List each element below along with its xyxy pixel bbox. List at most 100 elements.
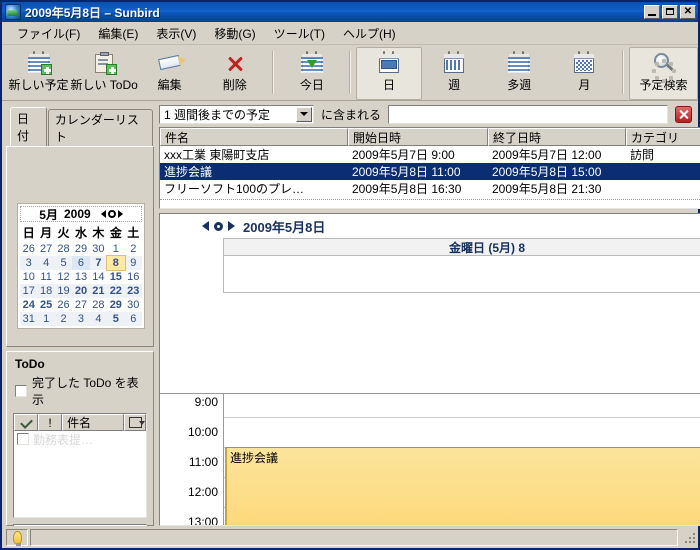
mini-calendar-day[interactable]: 4 [37, 256, 55, 270]
mini-calendar-day[interactable]: 5 [107, 312, 125, 326]
table-row[interactable]: フリーソフト100のプレ… 2009年5月8日 16:30 2009年5月8日 … [160, 180, 700, 197]
todo-name-column[interactable]: 件名 [62, 414, 124, 431]
edit-button[interactable]: 編集 [137, 47, 202, 100]
next-day-icon[interactable] [228, 221, 235, 231]
month-view-button[interactable]: 月 [552, 47, 617, 100]
tip-bulb-icon [6, 528, 28, 546]
hour-gridline [224, 416, 700, 418]
mini-calendar-day[interactable]: 9 [124, 256, 142, 270]
todo-done-checkbox[interactable] [17, 433, 29, 445]
column-end[interactable]: 終了日時 [488, 128, 626, 146]
mini-calendar-day[interactable]: 12 [55, 270, 72, 284]
today-dot-icon[interactable] [107, 210, 116, 218]
mini-calendar-day[interactable]: 17 [20, 284, 38, 298]
event-list-header: 件名 開始日時 終了日時 カテゴリ [160, 128, 700, 146]
column-start[interactable]: 開始日時 [348, 128, 488, 146]
menu-edit[interactable]: 編集(E) [89, 23, 147, 44]
mini-calendar-day[interactable]: 25 [37, 298, 54, 312]
menu-go[interactable]: 移動(G) [205, 23, 264, 44]
chevron-down-icon[interactable] [296, 106, 312, 122]
mini-calendar-day[interactable]: 26 [20, 242, 37, 256]
tab-date[interactable]: 日付 [10, 107, 47, 146]
calendar-event-block[interactable]: 進捗会議 [225, 446, 700, 525]
table-row[interactable]: 進捗会議 2009年5月8日 11:00 2009年5月8日 15:00 [160, 163, 700, 180]
mini-calendar-day[interactable]: 4 [89, 312, 108, 326]
prev-month-icon[interactable] [100, 210, 106, 218]
column-picker-icon[interactable] [124, 414, 146, 431]
mini-calendar-day[interactable]: 18 [37, 284, 55, 298]
mini-calendar-day[interactable]: 30 [125, 298, 142, 312]
application-window: 2009年5月8日 – Sunbird ✕ ファイル(F) 編集(E) 表示(V… [0, 0, 700, 550]
resize-grip[interactable] [682, 530, 696, 544]
minimize-button[interactable] [644, 5, 660, 19]
close-button[interactable]: ✕ [680, 5, 696, 19]
event-list[interactable]: 件名 開始日時 終了日時 カテゴリ xxx工業 東陽町支店 2009年5月7日 … [159, 127, 700, 209]
mini-calendar-day[interactable]: 6 [124, 312, 142, 326]
mini-calendar-day[interactable]: 28 [90, 298, 107, 312]
week-view-button[interactable]: 週 [422, 47, 487, 100]
mini-calendar-day[interactable]: 21 [89, 284, 108, 298]
column-category[interactable]: カテゴリ [626, 128, 700, 146]
delete-button[interactable]: 削除 [202, 47, 267, 100]
todo-row[interactable]: 勤務表提… [14, 431, 146, 447]
mini-calendar-day[interactable]: 10 [20, 270, 37, 284]
check-column-icon[interactable] [14, 414, 38, 431]
mini-calendar-day[interactable]: 13 [72, 270, 89, 284]
mini-calendar-day[interactable]: 20 [72, 284, 90, 298]
mini-calendar-day[interactable]: 14 [90, 270, 107, 284]
mini-calendar-day[interactable]: 19 [54, 284, 73, 298]
multiweek-view-label: 多週 [507, 78, 532, 92]
mini-calendar-day[interactable]: 2 [54, 312, 73, 326]
mini-calendar-day[interactable]: 3 [20, 256, 38, 270]
table-row[interactable]: xxx工業 東陽町支店 2009年5月7日 9:00 2009年5月7日 12:… [160, 146, 700, 163]
mini-calendar-day[interactable]: 31 [20, 312, 38, 326]
mini-calendar-day[interactable]: 26 [55, 298, 72, 312]
day-view-scroll-area: 9:0010:0011:0012:0013:0014:0015:0016:001… [160, 392, 700, 525]
mini-calendar-day[interactable]: 30 [90, 242, 107, 256]
new-event-button[interactable]: 新しい予定 [6, 47, 71, 100]
menu-help[interactable]: ヘルプ(H) [334, 23, 405, 44]
mini-calendar-day[interactable]: 16 [125, 270, 142, 284]
mini-calendar-day[interactable]: 11 [37, 270, 54, 284]
mini-calendar-day[interactable]: 27 [72, 298, 89, 312]
date-range-select[interactable]: 1 週間後までの予定 [159, 104, 314, 124]
mini-calendar-day[interactable]: 3 [72, 312, 90, 326]
mini-calendar-day[interactable]: 28 [55, 242, 72, 256]
mini-calendar-day[interactable]: 1 [37, 312, 55, 326]
prev-day-icon[interactable] [202, 221, 209, 231]
menu-file[interactable]: ファイル(F) [8, 23, 89, 44]
show-completed-todo-toggle[interactable]: 完了した ToDo を表示 [15, 374, 147, 408]
day-view-button[interactable]: 日 [356, 47, 422, 100]
maximize-button[interactable] [662, 5, 678, 19]
mini-calendar-day[interactable]: 15 [107, 270, 124, 284]
menu-tools[interactable]: ツール(T) [265, 23, 334, 44]
hour-grid[interactable]: 進捗会議フリーソフト100のプレゼン [223, 393, 700, 525]
mini-calendar-day[interactable]: 6 [72, 256, 90, 270]
multiweek-view-button[interactable]: 多週 [487, 47, 552, 100]
mini-calendar-day[interactable]: 5 [54, 256, 73, 270]
todo-list[interactable]: ! 件名 勤務表提… [13, 413, 147, 518]
mini-calendar-week: 3456789 [20, 255, 142, 271]
today-button[interactable]: 今日 [279, 47, 344, 100]
clear-search-icon[interactable] [675, 105, 692, 123]
show-completed-checkbox[interactable] [15, 385, 27, 397]
all-day-area[interactable] [223, 255, 700, 293]
new-todo-button[interactable]: 新しい ToDo [70, 47, 138, 100]
today-dot-icon[interactable] [214, 221, 223, 231]
mini-calendar-day[interactable]: 2 [125, 242, 142, 256]
search-input[interactable] [388, 104, 668, 124]
priority-column-icon[interactable]: ! [38, 414, 62, 431]
mini-calendar-day[interactable]: 1 [107, 242, 124, 256]
mini-calendar-day[interactable]: 29 [107, 298, 124, 312]
mini-calendar-day[interactable]: 29 [72, 242, 89, 256]
mini-calendar-day[interactable]: 27 [37, 242, 54, 256]
mini-calendar-day[interactable]: 24 [20, 298, 37, 312]
column-title[interactable]: 件名 [160, 128, 348, 146]
mini-calendar-day[interactable]: 8 [106, 255, 126, 271]
tab-calendar-list[interactable]: カレンダーリスト [47, 109, 153, 147]
next-month-icon[interactable] [117, 210, 123, 218]
mini-calendar-day[interactable]: 7 [89, 256, 108, 270]
mini-calendar-day[interactable]: 23 [124, 284, 142, 298]
mini-calendar-day[interactable]: 22 [107, 284, 125, 298]
menu-view[interactable]: 表示(V) [147, 23, 205, 44]
